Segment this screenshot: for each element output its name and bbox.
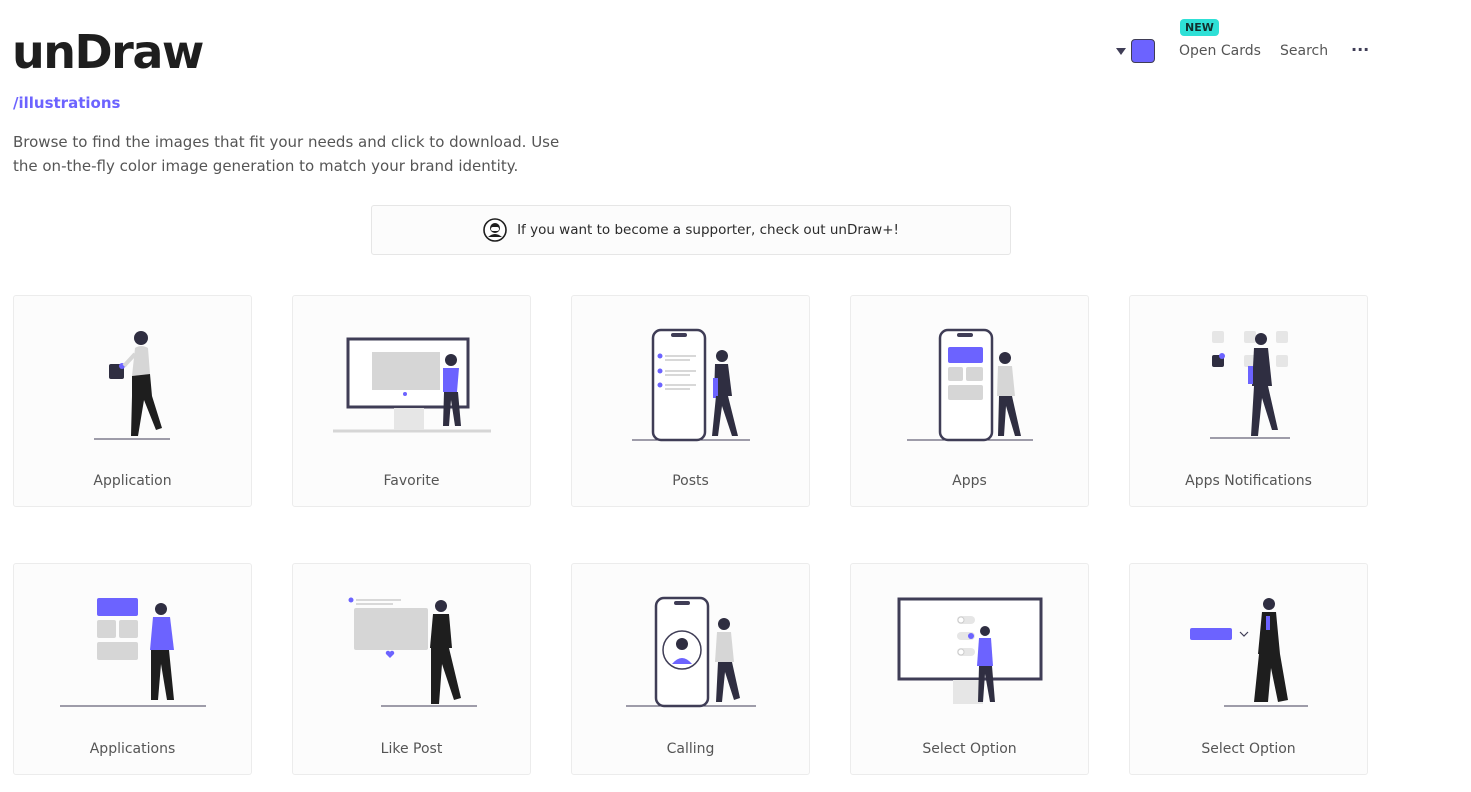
card-apps[interactable]: Apps (850, 295, 1089, 507)
supporter-avatar-icon (483, 218, 507, 242)
card-select-option-2[interactable]: Select Option (1129, 563, 1368, 775)
card-label: Calling (666, 741, 715, 757)
card-applications[interactable]: Applications (13, 563, 252, 775)
card-label: Like Post (380, 741, 443, 757)
card-label: Apps Notifications (1185, 473, 1312, 489)
open-cards-link[interactable]: Open Cards (1179, 43, 1261, 59)
color-picker-swatch[interactable] (1131, 39, 1155, 63)
card-label: Posts (672, 473, 709, 489)
top-nav: NEW Open Cards Search ··· (1100, 0, 1400, 100)
illustration-application (94, 331, 170, 440)
card-apps-notifications[interactable]: Apps Notifications (1129, 295, 1368, 507)
banner-text: If you want to become a supporter, check… (517, 222, 899, 238)
illustration-apps (907, 328, 1033, 442)
chevron-down-icon[interactable] (1116, 48, 1126, 55)
card-label: Apps (952, 473, 987, 489)
illustration-posts (632, 328, 750, 442)
card-calling[interactable]: Calling (571, 563, 810, 775)
card-favorite[interactable]: Favorite (292, 295, 531, 507)
illustration-favorite (333, 337, 491, 433)
ellipsis-icon[interactable]: ··· (1351, 40, 1369, 59)
page-subtitle: /illustrations (13, 94, 121, 112)
card-like-post[interactable]: Like Post (292, 563, 531, 775)
logo[interactable]: unDraw (12, 24, 204, 80)
card-application[interactable]: Application (13, 295, 252, 507)
search-link[interactable]: Search (1280, 43, 1328, 59)
card-label: Select Option (1201, 741, 1296, 757)
card-label: Favorite (383, 473, 440, 489)
card-posts[interactable]: Posts (571, 295, 810, 507)
illustration-select-option-1 (897, 597, 1043, 704)
card-label: Application (93, 473, 172, 489)
new-badge: NEW (1180, 19, 1219, 36)
illustration-apps-notifications (1210, 331, 1290, 439)
illustration-select-option-2 (1190, 598, 1308, 707)
illustration-applications (60, 598, 206, 707)
intro-text: Browse to find the images that fit your … (13, 133, 560, 175)
card-label: Select Option (922, 741, 1017, 757)
card-select-option-1[interactable]: Select Option (850, 563, 1089, 775)
illustration-calling (626, 596, 756, 708)
supporter-banner[interactable]: If you want to become a supporter, check… (371, 205, 1011, 255)
card-label: Applications (89, 741, 176, 757)
illustration-like-post (348, 597, 477, 707)
